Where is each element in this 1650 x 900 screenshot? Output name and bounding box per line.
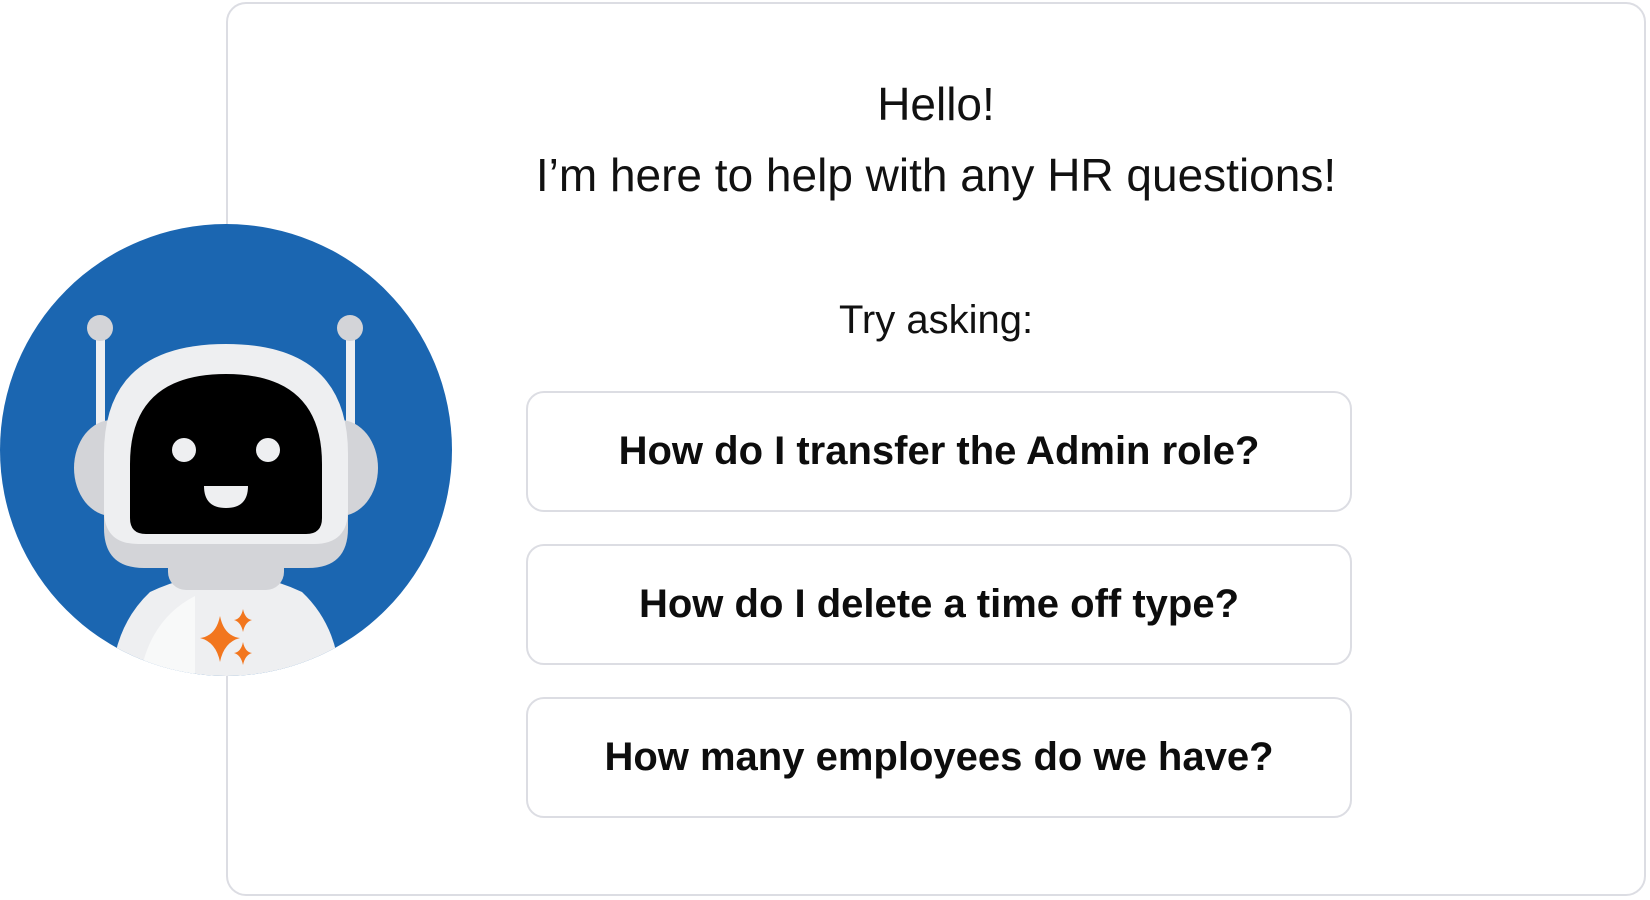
robot-eye-left xyxy=(172,438,196,462)
greeting-title: Hello! xyxy=(877,78,995,130)
suggestion-employee-count[interactable]: How many employees do we have? xyxy=(526,697,1352,818)
greeting-subtitle: I’m here to help with any HR questions! xyxy=(535,149,1337,201)
suggestion-delete-time-off-type[interactable]: How do I delete a time off type? xyxy=(526,544,1352,665)
hr-assistant-welcome: Hello! I’m here to help with any HR ques… xyxy=(0,0,1650,900)
suggestion-transfer-admin-role[interactable]: How do I transfer the Admin role? xyxy=(526,391,1352,512)
robot-face xyxy=(130,374,322,534)
robot-eye-right xyxy=(256,438,280,462)
robot-assistant-icon xyxy=(0,224,452,676)
